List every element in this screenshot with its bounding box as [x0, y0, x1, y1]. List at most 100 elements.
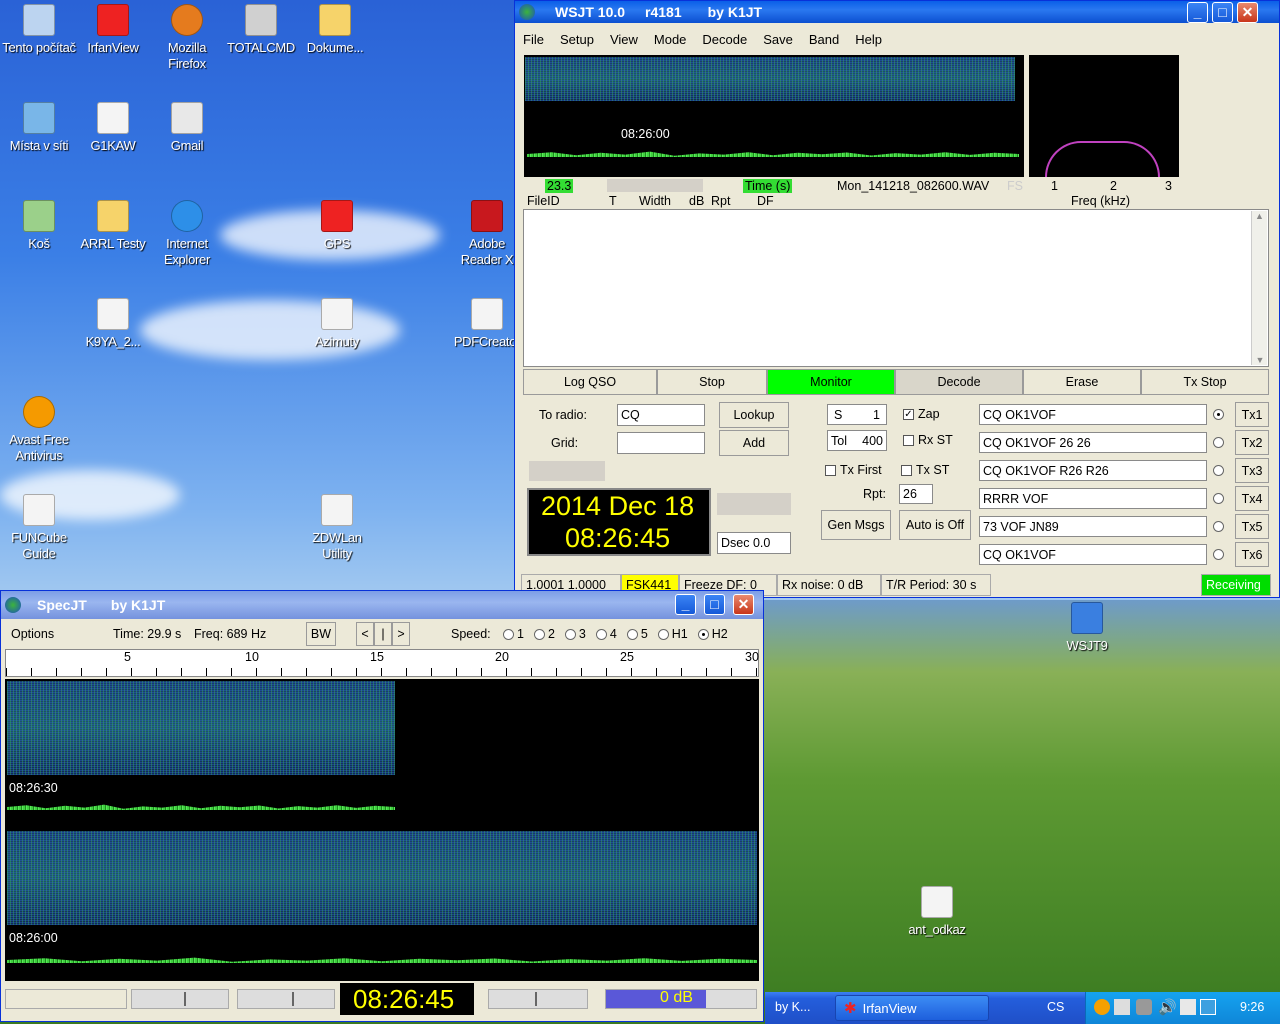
desktop-icon-ko[interactable]: Koš	[0, 200, 78, 252]
speed-option[interactable]: 4	[595, 627, 617, 641]
task-wsjt[interactable]: by K...	[775, 1000, 810, 1014]
monitor-tray-icon[interactable]	[1200, 999, 1216, 1015]
log-qso-button[interactable]: Log QSO	[523, 369, 657, 395]
network-tray-icon[interactable]	[1114, 999, 1130, 1015]
decode-button[interactable]: Decode	[895, 369, 1023, 395]
s-field[interactable]: S 1	[827, 404, 887, 425]
decoded-text-area[interactable]	[523, 209, 1269, 367]
contrast-slider[interactable]	[237, 989, 335, 1009]
speed-option[interactable]: 3	[564, 627, 586, 641]
rpt-input[interactable]: 26	[899, 484, 933, 504]
tx-button[interactable]: Tx4	[1235, 486, 1269, 511]
brightness-slider[interactable]	[131, 989, 229, 1009]
device-tray-icon[interactable]	[1136, 999, 1152, 1015]
close-button[interactable]: ✕	[1237, 2, 1258, 23]
to-radio-input[interactable]: CQ	[617, 404, 705, 426]
speed-option[interactable]: 1	[503, 627, 524, 641]
scroll-up-icon[interactable]: ▲	[1252, 211, 1267, 221]
tx-button[interactable]: Tx3	[1235, 458, 1269, 483]
tx-button[interactable]: Tx5	[1235, 514, 1269, 539]
tx-message-input[interactable]: CQ OK1VOF R26 R26	[979, 460, 1207, 481]
auto-button[interactable]: Auto is Off	[899, 510, 971, 540]
tx-select-radio[interactable]	[1213, 549, 1224, 560]
wsjt-titlebar[interactable]: WSJT 10.0 r4181 by K1JT _ □ ✕	[515, 1, 1279, 23]
tol-field[interactable]: Tol 400	[827, 430, 887, 451]
scroll-left-button[interactable]: <	[356, 622, 374, 646]
menu-band[interactable]: Band	[801, 32, 847, 47]
options-menu[interactable]: Options	[11, 627, 54, 641]
menu-help[interactable]: Help	[847, 32, 890, 47]
desktop-icon-dokume[interactable]: Dokume...	[296, 4, 374, 56]
add-button[interactable]: Add	[719, 430, 789, 456]
desktop-icon-funcube-guide[interactable]: FUNCube Guide	[0, 494, 78, 562]
tx-button[interactable]: Tx1	[1235, 402, 1269, 427]
desktop-icon-gps[interactable]: GPS	[298, 200, 376, 252]
center-button[interactable]: |	[374, 622, 392, 646]
speed-radio[interactable]	[697, 629, 709, 641]
volume-icon[interactable]: 🔊	[1158, 998, 1177, 1016]
tx-select-radio[interactable]	[1213, 465, 1224, 476]
scroll-down-icon[interactable]: ▼	[1252, 355, 1268, 365]
speed-radio[interactable]	[626, 629, 638, 641]
dsec-field[interactable]: Dsec 0.0	[717, 532, 791, 554]
speed-option[interactable]: 5	[626, 627, 648, 641]
tx-stop-button[interactable]: Tx Stop	[1141, 369, 1269, 395]
tx-message-input[interactable]: CQ OK1VOF 26 26	[979, 432, 1207, 453]
tx-button[interactable]: Tx6	[1235, 542, 1269, 567]
minimize-button[interactable]: _	[1187, 2, 1208, 23]
desktop-icon-irfanview[interactable]: IrfanView	[74, 4, 152, 56]
tx-select-radio[interactable]	[1213, 493, 1224, 504]
desktop-icon-gmail[interactable]: Gmail	[148, 102, 226, 154]
menu-decode[interactable]: Decode	[694, 32, 755, 47]
desktop-icon-k9ya-2[interactable]: K9YA_2...	[74, 298, 152, 350]
desktop-icon-tento-po-ta[interactable]: Tento počítač	[0, 4, 78, 56]
avast-tray-icon[interactable]	[1094, 999, 1110, 1015]
menu-file[interactable]: File	[515, 32, 552, 47]
task-irfanview[interactable]: ✱ IrfanView	[835, 995, 989, 1021]
erase-button[interactable]: Erase	[1023, 369, 1141, 395]
menu-save[interactable]: Save	[755, 32, 801, 47]
speed-radio[interactable]	[533, 629, 545, 641]
tx-first-checkbox[interactable]: Tx First	[825, 463, 882, 477]
grid-input[interactable]	[617, 432, 705, 454]
lookup-button[interactable]: Lookup	[719, 402, 789, 428]
tx-message-input[interactable]: RRRR VOF	[979, 488, 1207, 509]
desktop-icon-internet-explorer[interactable]: Internet Explorer	[148, 200, 226, 268]
speed-radio[interactable]	[657, 629, 669, 641]
desktop-icon-arrl-testy[interactable]: ARRL Testy	[74, 200, 152, 252]
tx-select-radio[interactable]	[1213, 437, 1224, 448]
speed-radio[interactable]	[595, 629, 607, 641]
bw-button[interactable]: BW	[306, 622, 336, 646]
speed-option[interactable]: H2	[697, 627, 728, 641]
tray-clock[interactable]: 9:26	[1240, 1000, 1264, 1014]
language-indicator[interactable]: CS	[1047, 1000, 1064, 1014]
zap-checkbox[interactable]: ✓ Zap	[903, 407, 940, 421]
speed-option[interactable]: H1	[657, 627, 688, 641]
tx-st-checkbox[interactable]: Tx ST	[901, 463, 949, 477]
tx-button[interactable]: Tx2	[1235, 430, 1269, 455]
speed-radio[interactable]	[564, 629, 576, 641]
desktop-icon-totalcmd[interactable]: TOTALCMD	[222, 4, 300, 56]
desktop-icon-m-sta-v-s-ti[interactable]: Místa v síti	[0, 102, 78, 154]
monitor-button[interactable]: Monitor	[767, 369, 895, 395]
tx-message-input[interactable]: CQ OK1VOF	[979, 544, 1207, 565]
desktop-icon-g1kaw[interactable]: G1KAW	[74, 102, 152, 154]
rx-st-checkbox[interactable]: Rx ST	[903, 433, 953, 447]
minimize-button[interactable]: _	[675, 594, 696, 615]
speed-radio[interactable]	[503, 629, 514, 641]
tx-select-radio[interactable]	[1213, 409, 1224, 420]
speed-option[interactable]: 2	[533, 627, 555, 641]
desktop-icon-avast-free-antivirus[interactable]: Avast Free Antivirus	[0, 396, 78, 464]
gain-slider[interactable]	[488, 989, 588, 1009]
close-button[interactable]: ✕	[733, 594, 754, 615]
specjt-titlebar[interactable]: SpecJT by K1JT _ □ ✕	[1, 591, 763, 619]
tx-message-input[interactable]: CQ OK1VOF	[979, 404, 1207, 425]
desktop-icon-ant-odkaz[interactable]: ant_odkaz	[898, 886, 976, 938]
menu-view[interactable]: View	[602, 32, 646, 47]
menu-setup[interactable]: Setup	[552, 32, 602, 47]
desktop-icon-azimuty[interactable]: Azimuty	[298, 298, 376, 350]
desktop-icon-wsjt9[interactable]: WSJT9	[1048, 602, 1126, 654]
desktop-icon-zdwlan-utility[interactable]: ZDWLan Utility	[298, 494, 376, 562]
tx-select-radio[interactable]	[1213, 521, 1224, 532]
maximize-button[interactable]: □	[704, 594, 725, 615]
